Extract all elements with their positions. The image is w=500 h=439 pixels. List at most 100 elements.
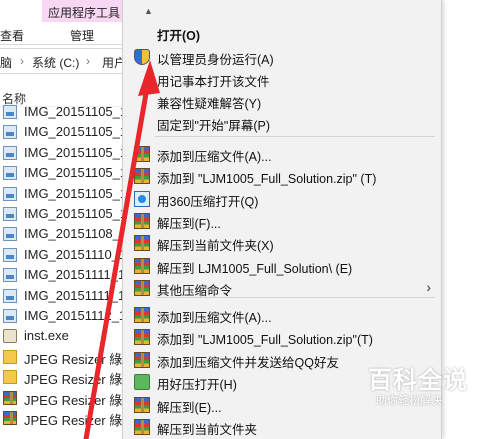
file-name: IMG_20151105_13 [24,165,135,181]
menu-item-16[interactable]: 用好压打开(H) [123,371,441,393]
exe-file-icon [3,329,17,344]
file-row[interactable]: IMG_20151111_15 [0,286,132,306]
winrar-archive-icon [134,397,150,413]
menu-item-8[interactable]: 用360压缩打开(Q) [123,188,441,210]
file-row[interactable]: IMG_20151105_13 [0,102,134,122]
ribbon-divider [0,44,122,45]
file-name: IMG_20151108_1 [24,226,128,242]
uac-shield-icon [134,49,150,65]
breadcrumb-drive-c[interactable]: 系统 (C:) [32,54,79,71]
file-name: JPEG Resizer 綠色 [24,372,136,388]
app-tools-tab-label: 应用程序工具 [48,6,121,20]
file-row[interactable]: IMG_20151111_15 [0,265,132,285]
menu-item-1[interactable]: 打开(O) [123,22,441,44]
winrar-archive-icon [134,329,150,345]
breadcrumb-this-pc[interactable]: 脑 [0,54,12,71]
image-file-icon [3,268,17,283]
menu-item-label: 添加到压缩文件并发送给QQ好友 [157,356,339,370]
menu-item-label: 用360压缩打开(Q) [157,195,259,209]
menu-item-label: 解压到(F)... [157,217,221,231]
menu-item-18[interactable]: 解压到当前文件夹 [123,416,441,438]
menu-separator [155,297,435,298]
menu-item-3[interactable]: 用记事本打开该文件 [123,68,441,90]
menu-item-7[interactable]: 添加到 "LJM1005_Full_Solution.zip" (T) [123,165,441,187]
file-row[interactable]: IMG_20151105_13 [0,122,134,142]
menu-item-label: 以管理员身份运行(A) [157,53,274,67]
address-bar[interactable]: 脑 › 系统 (C:) › 用户 [0,48,126,74]
file-name: IMG_20151111_15 [24,267,133,283]
file-row[interactable]: JPEG Resizer 綠色 [0,347,135,367]
menu-item-15[interactable]: 添加到压缩文件并发送给QQ好友 [123,349,441,371]
file-row[interactable]: IMG_20151105_13 [0,163,134,183]
winrar-archive-icon [134,235,150,251]
winrar-archive-icon [134,280,150,296]
360zip-icon [134,191,150,207]
menu-item-label: 打开(O) [157,29,201,43]
menu-item-label: 解压到 LJM1005_Full_Solution\ (E) [157,262,353,276]
image-file-icon [3,247,17,262]
file-row[interactable]: IMG_20151112_11 [0,306,132,326]
winrar-archive-icon [134,213,150,229]
file-name: IMG_20151105_13 [24,104,135,119]
folder-icon [3,370,17,385]
image-file-icon [3,105,17,119]
file-row[interactable]: inst.exe [0,326,122,346]
image-file-icon [3,166,17,181]
file-row[interactable]: IMG_20151105_13 [0,184,134,204]
file-row[interactable]: JPEG Resizer 綠色 [0,367,135,387]
menu-item-11[interactable]: 解压到 LJM1005_Full_Solution\ (E) [123,255,441,277]
menu-scroll-up-icon[interactable]: ▲ [144,6,153,16]
menu-item-label: 添加到 "LJM1005_Full_Solution.zip" (T) [157,172,377,186]
image-file-icon [3,125,17,140]
haozip-icon [134,374,150,390]
file-name: JPEG Resizer 綠色 [24,413,136,428]
file-name: JPEG Resizer 綠色 [24,351,136,367]
file-row[interactable]: IMG_20151105_13 [0,143,134,163]
menu-item-4[interactable]: 兼容性疑难解答(Y) [123,90,441,112]
winrar-archive-icon [134,307,150,323]
file-name: IMG_20151105_13 [24,185,135,201]
file-name: inst.exe [24,328,69,344]
file-row[interactable]: IMG_20151108_1 [0,224,127,244]
file-name: IMG_20151110_15 [24,246,134,262]
image-file-icon [3,145,17,160]
image-file-icon [3,186,17,201]
winrar-archive-icon [134,419,150,435]
file-row[interactable]: IMG_20151110_15 [0,245,133,265]
menu-item-2[interactable]: 以管理员身份运行(A) [123,46,441,68]
menu-item-5[interactable]: 固定到"开始"屏幕(P) [123,112,441,134]
winrar-archive-icon [134,168,150,184]
menu-item-6[interactable]: 添加到压缩文件(A)... [123,143,441,165]
image-file-icon [3,288,17,303]
breadcrumb-separator-icon[interactable]: › [20,54,24,68]
archive-file-icon [3,411,17,425]
menu-item-label: 兼容性疑难解答(Y) [157,97,262,111]
image-file-icon [3,207,17,221]
menu-item-9[interactable]: 解压到(F)... [123,210,441,232]
menu-item-10[interactable]: 解压到当前文件夹(X) [123,232,441,254]
menu-separator [155,136,435,137]
menu-item-17[interactable]: 解压到(E)... [123,394,441,416]
tab-view[interactable]: 查看 [0,27,24,44]
menu-item-14[interactable]: 添加到 "LJM1005_Full_Solution.zip"(T) [123,326,441,348]
menu-item-label: 添加到压缩文件(A)... [157,150,272,164]
breadcrumb-separator-icon[interactable]: › [86,54,90,68]
file-row[interactable]: IMG_20151105_13 [0,204,134,224]
submenu-chevron-icon: › [426,279,431,295]
menu-item-label: 添加到 "LJM1005_Full_Solution.zip"(T) [157,333,373,347]
app-tools-context-tab[interactable]: 应用程序工具 [42,0,122,22]
menu-item-label: 解压到(E)... [157,401,222,415]
menu-item-13[interactable]: 添加到压缩文件(A)... [123,304,441,326]
image-file-icon [3,309,17,323]
tab-manage[interactable]: 管理 [70,27,94,44]
file-name: JPEG Resizer 綠色 [24,392,136,408]
context-menu: ▲ 打开(O) 以管理员身份运行(A) 用记事本打开该文件 兼容性疑难解答(Y) 固定到… [122,0,442,439]
file-row[interactable]: JPEG Resizer 綠色 [0,388,135,408]
file-row[interactable]: JPEG Resizer 綠色 [0,408,135,428]
folder-icon [3,349,17,364]
menu-item-label: 用记事本打开该文件 [157,75,270,89]
menu-item-label: 用好压打开(H) [157,378,237,392]
winrar-archive-icon [134,352,150,368]
file-name: IMG_20151105_13 [24,144,135,160]
menu-item-12[interactable]: 其他压缩命令 › [123,277,441,299]
